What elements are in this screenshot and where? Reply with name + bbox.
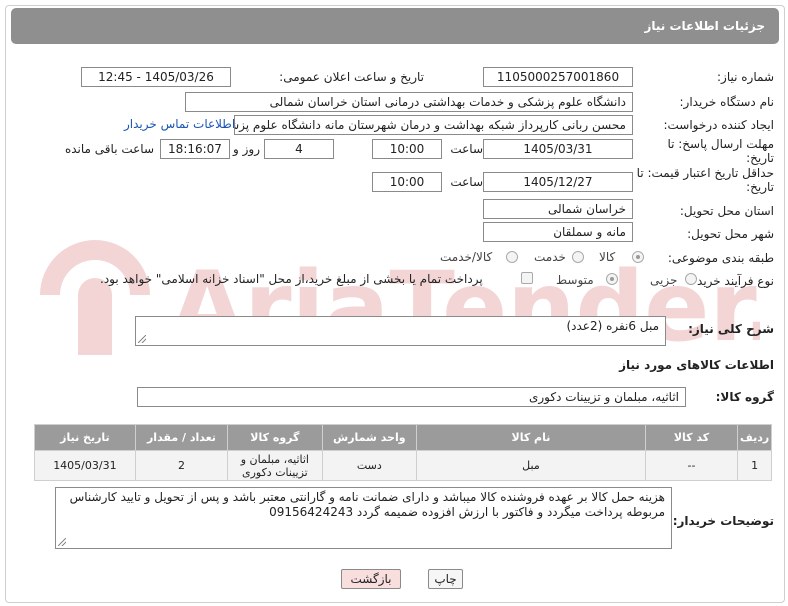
process-label: نوع فرآیند خرید : xyxy=(689,274,774,288)
category-radio-goods[interactable] xyxy=(632,251,644,263)
table-row[interactable]: 1 -- مبل دست اثاثیه، مبلمان و تزیینات دک… xyxy=(34,450,772,481)
process-radio-medium[interactable] xyxy=(606,273,618,285)
creator-label: ایجاد کننده درخواست: xyxy=(663,118,774,132)
cell-date: 1405/03/31 xyxy=(34,450,136,481)
province-field: خراسان شمالی xyxy=(483,199,633,219)
buyer-notes-text: هزینه حمل کالا بر عهده فروشنده کالا میبا… xyxy=(69,490,665,519)
buyer-org-field: دانشگاه علوم پزشکی و خدمات بهداشتی درمان… xyxy=(185,92,633,112)
cell-unit: دست xyxy=(321,450,418,481)
category-option-goods: کالا xyxy=(599,250,616,264)
payment-note: پرداخت تمام یا بخشی از مبلغ خرید،از محل … xyxy=(100,272,483,286)
process-radio-minor[interactable] xyxy=(685,273,697,285)
summary-field: مبل 6نفره (2عدد) xyxy=(135,316,666,346)
goods-group-label: گروه کالا: xyxy=(715,390,774,404)
goods-section-title: اطلاعات کالاهای مورد نیاز xyxy=(619,358,774,372)
category-option-both: کالا/خدمت xyxy=(440,250,493,264)
deadline-time-label: ساعت xyxy=(450,142,483,156)
table-header-row: ردیف کد کالا نام کالا واحد شمارش گروه کا… xyxy=(34,424,772,451)
resize-handle[interactable] xyxy=(58,538,66,546)
city-field: مانه و سملقان xyxy=(483,222,633,242)
price-validity-date-field: 1405/12/27 xyxy=(483,172,633,192)
province-label: استان محل تحویل: xyxy=(679,204,774,218)
col-date: تاریخ نیاز xyxy=(34,424,136,451)
remaining-time-field: 18:16:07 xyxy=(160,139,230,159)
buyer-org-label: نام دستگاه خریدار: xyxy=(679,95,775,109)
price-validity-label: حداقل تاریخ اعتبار قیمت: تا تاریخ: xyxy=(636,166,774,194)
buyer-notes-field: هزینه حمل کالا بر عهده فروشنده کالا میبا… xyxy=(55,487,672,549)
cell-code: -- xyxy=(644,450,739,481)
col-row-no: ردیف xyxy=(737,424,772,451)
deadline-label: مهلت ارسال پاسخ: تا تاریخ: xyxy=(667,137,774,165)
cell-group: اثاثیه، مبلمان و تزیینات دکوری xyxy=(227,450,323,481)
category-radio-service[interactable] xyxy=(572,251,584,263)
payment-checkbox[interactable] xyxy=(521,272,533,284)
resize-handle[interactable] xyxy=(138,335,146,343)
remaining-label: ساعت باقی مانده xyxy=(64,142,154,156)
back-button[interactable]: بازگشت xyxy=(341,569,401,589)
goods-group-field: اثاثیه، مبلمان و تزیینات دکوری xyxy=(137,387,686,407)
category-label: طبقه بندی موضوعی: xyxy=(667,251,774,265)
announce-label: تاریخ و ساعت اعلان عمومی: xyxy=(279,70,424,84)
process-option-medium: متوسط xyxy=(556,273,594,287)
col-group: گروه کالا xyxy=(227,424,323,451)
price-validity-time-label: ساعت xyxy=(450,175,483,189)
goods-table: ردیف کد کالا نام کالا واحد شمارش گروه کا… xyxy=(34,424,772,481)
buyer-notes-label: توضیحات خریدار: xyxy=(672,514,774,528)
price-validity-time-field: 10:00 xyxy=(372,172,442,192)
cell-name: مبل xyxy=(416,450,646,481)
col-code: کد کالا xyxy=(644,424,739,451)
cell-qty: 2 xyxy=(134,450,229,481)
col-qty: تعداد / مقدار xyxy=(134,424,229,451)
col-name: نام کالا xyxy=(416,424,646,451)
summary-label: شرح کلی نیاز: xyxy=(688,322,774,336)
category-radio-both[interactable] xyxy=(506,251,518,263)
summary-text: مبل 6نفره (2عدد) xyxy=(566,319,659,333)
need-number-label: شماره نیاز: xyxy=(717,70,774,84)
process-option-minor: جزیی xyxy=(650,273,678,287)
deadline-time-field: 10:00 xyxy=(372,139,442,159)
city-label: شهر محل تحویل: xyxy=(687,227,774,241)
cell-row-no: 1 xyxy=(737,450,772,481)
category-option-service: خدمت xyxy=(534,250,566,264)
deadline-date-field: 1405/03/31 xyxy=(483,139,633,159)
contact-buyer-link[interactable]: اطلاعات تماس خریدار xyxy=(124,117,235,131)
page-title: جزئیات اطلاعات نیاز xyxy=(11,8,779,44)
days-label: روز و xyxy=(233,142,260,156)
announce-field: 1405/03/26 - 12:45 xyxy=(81,67,231,87)
print-button[interactable]: چاپ xyxy=(428,569,463,589)
col-unit: واحد شمارش xyxy=(321,424,418,451)
need-number-field: 1105000257001860 xyxy=(483,67,633,87)
creator-field: محسن ربانی کارپرداز شبکه بهداشت و درمان … xyxy=(234,115,633,135)
days-field: 4 xyxy=(264,139,334,159)
